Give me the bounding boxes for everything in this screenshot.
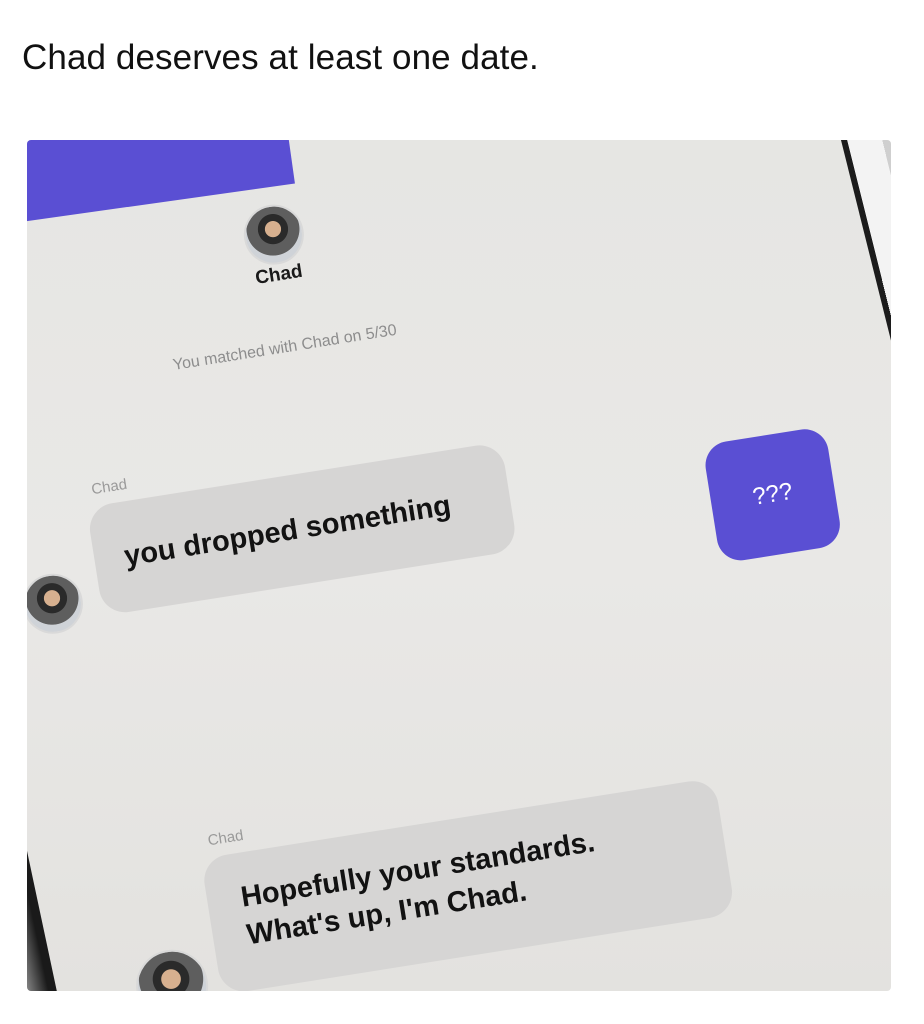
sender-avatar-icon[interactable] <box>130 944 214 991</box>
incoming-message-bubble[interactable]: you dropped something <box>86 441 519 617</box>
message-sender-label: Chad <box>206 826 245 850</box>
outgoing-message-bubble[interactable]: ??? <box>702 425 844 564</box>
contact-name[interactable]: Chad <box>254 261 304 290</box>
post-caption: Chad deserves at least one date. <box>22 38 539 77</box>
message-text: you dropped something <box>121 489 454 573</box>
chat-screen: Chad You matched with Chad on 5/30 Chad … <box>27 140 891 991</box>
match-note: You matched with Chad on 5/30 <box>171 321 398 374</box>
photo: Chad You matched with Chad on 5/30 Chad … <box>27 140 891 991</box>
message-sender-label: Chad <box>90 475 129 499</box>
sender-avatar-icon[interactable] <box>27 569 88 639</box>
incoming-message-bubble[interactable]: Hopefully your standards. What's up, I'm… <box>200 777 736 991</box>
message-text: ??? <box>750 477 795 511</box>
contact-avatar-icon[interactable] <box>239 200 309 269</box>
